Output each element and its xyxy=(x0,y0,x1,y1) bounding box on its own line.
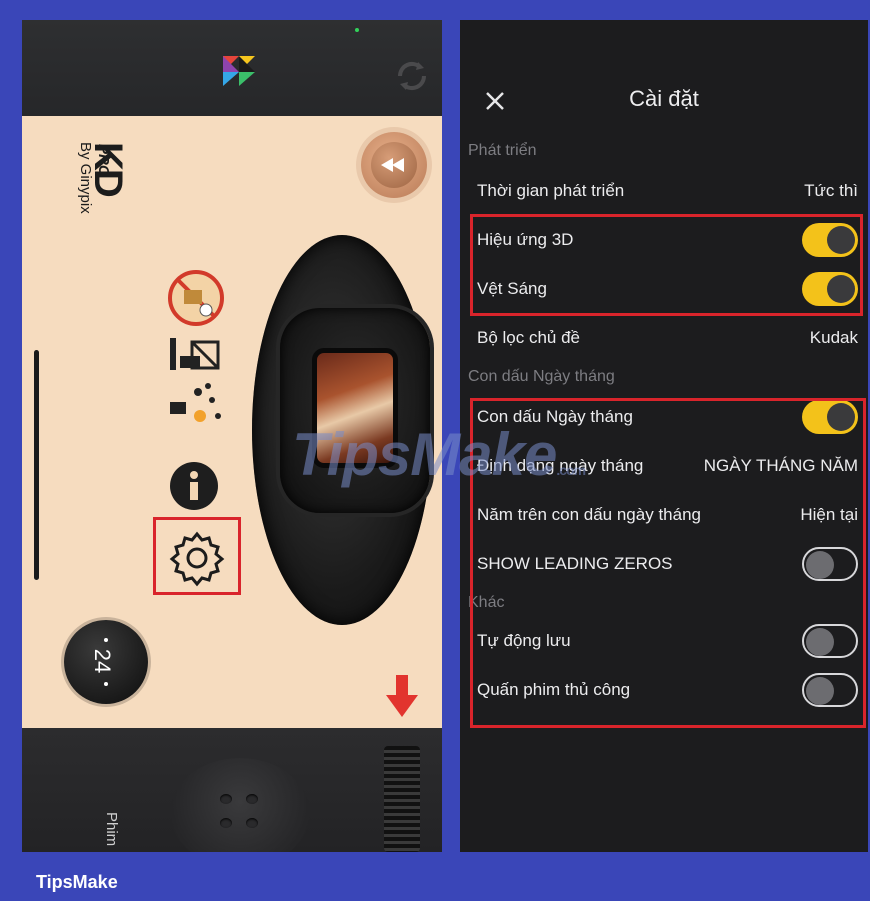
viewfinder-preview xyxy=(312,348,398,468)
arrow-down-icon xyxy=(386,675,418,717)
shutter-button[interactable] xyxy=(170,758,310,852)
rewind-icon xyxy=(381,158,404,172)
app-logo-icon xyxy=(223,56,255,86)
counter-value: 24 xyxy=(90,648,116,674)
brand-pro: PRO xyxy=(95,144,112,177)
brand-by: By Ginypix xyxy=(77,142,94,214)
row-value: Tức thì xyxy=(804,181,858,200)
brand-logo: KD PRO By Ginypix xyxy=(77,142,140,272)
camera-bottom-bar: Phim xyxy=(22,728,442,852)
settings-panel: Cài đặt Phát triển Thời gian phát triển … xyxy=(460,20,868,852)
settings-header: Cài đặt xyxy=(460,20,868,136)
film-label: Phim xyxy=(103,812,120,847)
footer-brand: TipsMake xyxy=(36,872,118,892)
rewind-button[interactable] xyxy=(361,132,427,198)
no-flash-icon[interactable] xyxy=(166,268,226,328)
row-label: Thời gian phát triển xyxy=(477,181,625,200)
section-develop: Phát triển xyxy=(468,142,537,159)
row-value: Kudak xyxy=(809,328,858,347)
status-dot xyxy=(355,28,359,32)
highlight-box-date-other xyxy=(470,398,866,728)
exposure-counter: 24 xyxy=(64,620,148,704)
highlight-box-effects xyxy=(470,214,863,316)
film-wind-wheel[interactable] xyxy=(384,746,420,852)
row-label: Bộ lọc chủ đề xyxy=(477,328,581,347)
refresh-icon[interactable] xyxy=(392,56,432,96)
section-date-stamp: Con dấu Ngày tháng xyxy=(468,368,615,385)
row-develop-time[interactable]: Thời gian phát triển Tức thì xyxy=(460,167,868,215)
settings-title: Cài đặt xyxy=(629,86,699,111)
camera-app-panel: KD PRO By Ginypix 24 Phim xyxy=(22,20,442,852)
settings-highlight-box xyxy=(153,517,241,595)
info-icon[interactable] xyxy=(168,460,220,512)
row-theme-filter[interactable]: Bộ lọc chủ đề Kudak xyxy=(460,314,868,362)
camera-top-bar xyxy=(22,20,442,116)
exposure-slider[interactable] xyxy=(34,350,39,580)
light-mode-icon[interactable] xyxy=(168,378,224,428)
timer-icon[interactable] xyxy=(168,336,224,372)
